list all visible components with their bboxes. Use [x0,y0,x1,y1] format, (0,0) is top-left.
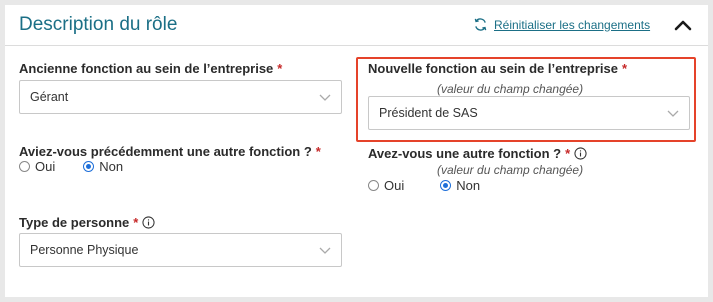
new-function-value: Président de SAS [379,106,478,120]
radio-option-non[interactable]: Non [83,159,123,174]
radio-non[interactable] [83,161,95,172]
required-mark: * [565,146,571,161]
person-type-label: Type de personne [19,215,130,230]
required-mark: * [277,61,283,76]
has-other-function-radio-group: Oui Non [368,178,480,193]
chevron-down-icon [319,94,331,101]
has-other-function-changed-note: (valeur du champ changée) [437,163,584,177]
section-title: Description du rôle [19,14,178,35]
person-type-select[interactable]: Personne Physique [19,233,342,267]
info-icon[interactable] [142,216,155,229]
radio-non[interactable] [440,180,452,191]
radio-label-oui: Oui [35,159,56,174]
new-function-label-row: Nouvelle fonction au sein de l’entrepris… [368,61,627,76]
old-function-value: Gérant [30,90,69,104]
had-other-function-radio-group: Oui Non [19,159,123,174]
person-type-value: Personne Physique [30,243,139,257]
info-icon[interactable] [574,147,587,160]
old-function-label: Ancienne fonction au sein de l’entrepris… [19,61,274,76]
role-description-card: Description du rôle Réinitialiser les ch… [5,5,708,297]
radio-oui[interactable] [368,180,379,191]
had-other-function-label-row: Aviez-vous précédemment une autre foncti… [19,144,321,159]
radio-oui[interactable] [19,161,30,172]
refresh-icon [474,18,487,31]
radio-label-non: Non [99,159,124,174]
person-type-label-row: Type de personne * [19,215,155,230]
radio-option-oui[interactable]: Oui [19,159,55,174]
had-other-function-label: Aviez-vous précédemment une autre foncti… [19,144,312,159]
new-function-select[interactable]: Président de SAS [368,96,690,130]
chevron-down-icon [319,247,331,254]
reset-changes-link[interactable]: Réinitialiser les changements [473,17,650,32]
new-function-changed-note: (valeur du champ changée) [437,82,584,96]
radio-option-non[interactable]: Non [440,178,480,193]
chevron-down-icon [667,110,679,117]
new-function-label: Nouvelle fonction au sein de l’entrepris… [368,61,618,76]
old-function-label-row: Ancienne fonction au sein de l’entrepris… [19,61,282,76]
old-function-select[interactable]: Gérant [19,80,342,114]
required-mark: * [621,61,628,76]
chevron-up-icon[interactable] [673,16,693,34]
required-mark: * [315,144,321,159]
radio-option-oui[interactable]: Oui [368,178,404,193]
has-other-function-label: Avez-vous une autre fonction ? [368,146,562,161]
reset-changes-label: Réinitialiser les changements [494,17,651,32]
card-header: Description du rôle Réinitialiser les ch… [5,5,708,46]
has-other-function-label-row: Avez-vous une autre fonction ? * [368,146,587,161]
required-mark: * [133,215,139,230]
radio-label-non: Non [456,178,481,193]
radio-label-oui: Oui [384,178,405,193]
